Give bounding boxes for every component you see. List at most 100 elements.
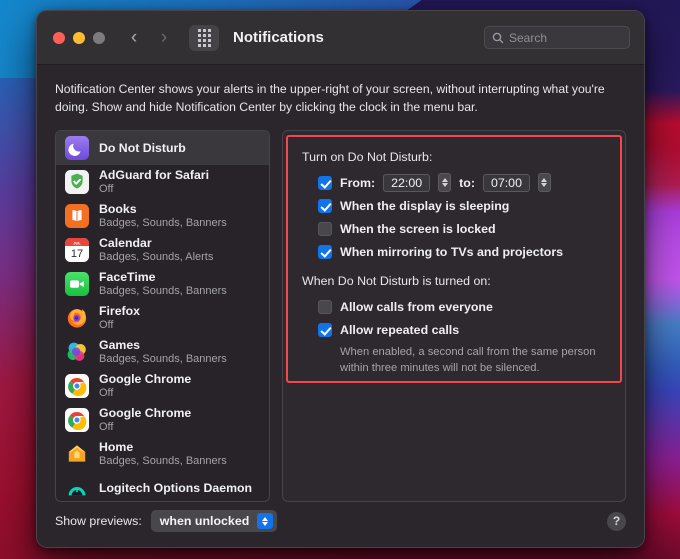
page-title: Notifications	[233, 29, 324, 46]
app-list-item-text: Games Badges, Sounds, Banners	[99, 338, 227, 367]
facetime-icon	[65, 272, 89, 297]
dnd-trigger-label: When mirroring to TVs and projectors	[340, 244, 564, 259]
app-list-item-name: Books	[99, 202, 137, 217]
app-list-item-name: AdGuard for Safari	[99, 168, 210, 183]
app-list-item[interactable]: AdGuard for Safari Off	[56, 165, 269, 199]
repeated-calls-help-text: When enabled, a second call from the sam…	[340, 346, 596, 375]
system-preferences-window: ‹ › Notifications Notification Center sh…	[36, 10, 645, 548]
app-list-item[interactable]: Google Chrome Off	[56, 403, 269, 437]
app-list-item-status: Off	[99, 420, 114, 433]
from-label: From:	[340, 175, 376, 190]
navigation-buttons: ‹ ›	[123, 25, 175, 51]
app-list-item-name: Google Chrome	[99, 406, 192, 421]
chevron-left-icon[interactable]: ‹	[123, 25, 145, 51]
minimize-button[interactable]	[73, 31, 85, 44]
home-icon	[65, 442, 89, 466]
app-list-item-name: FaceTime	[99, 270, 156, 285]
window-titlebar: ‹ › Notifications	[37, 11, 644, 65]
app-list-item-status: Off	[99, 318, 114, 331]
app-list-item-status: Badges, Sounds, Alerts	[99, 250, 214, 263]
dnd-trigger-checkbox[interactable]	[318, 244, 332, 259]
dnd-trigger-options: When the display is sleeping When the scr…	[302, 194, 606, 263]
app-list-item-status: Badges, Sounds, Banners	[99, 216, 227, 229]
svg-text:17: 17	[71, 248, 83, 260]
show-previews-popup-button[interactable]: when unlocked	[150, 510, 278, 532]
dnd-call-checkbox[interactable]	[318, 299, 332, 314]
to-time-stepper[interactable]	[537, 173, 551, 193]
dnd-trigger-checkbox[interactable]	[318, 221, 332, 236]
grid-dots	[197, 28, 211, 47]
chrome-icon	[65, 408, 89, 433]
app-list-item-status: Badges, Sounds, Banners	[99, 284, 227, 297]
help-button[interactable]: ?	[607, 511, 626, 531]
window-footer: Show previews: when unlocked ?	[37, 495, 644, 547]
app-list-item-status: Off	[99, 182, 114, 195]
app-list-item-status: Badges, Sounds, Banners	[99, 454, 227, 467]
popup-chevron-updown-icon	[257, 513, 274, 529]
to-label: to:	[459, 175, 475, 190]
dnd-call-label: Allow repeated calls	[340, 322, 460, 337]
from-time-stepper[interactable]	[438, 173, 452, 193]
do-not-disturb-icon	[65, 136, 89, 161]
app-list-item-text: FaceTime Badges, Sounds, Banners	[99, 270, 227, 299]
app-list-item-name: Games	[99, 338, 141, 353]
app-list-item-text: Do Not Disturb	[99, 141, 186, 156]
show-all-grid-icon[interactable]	[189, 24, 219, 51]
app-list-item-name: Firefox	[99, 304, 140, 319]
zoom-button[interactable]	[93, 31, 105, 44]
turn-on-dnd-label: Turn on Do Not Disturb:	[302, 150, 433, 165]
app-list-item-text: Google Chrome Off	[99, 406, 191, 435]
games-icon	[65, 340, 89, 364]
app-list-item[interactable]: Do Not Disturb	[56, 131, 269, 166]
traffic-light-group	[53, 31, 105, 44]
highlight-annotation-box: Turn on Do Not Disturb: From: 22:00 to: …	[286, 135, 622, 384]
dnd-call-label: Allow calls from everyone	[340, 299, 493, 314]
when-dnd-on-label: When Do Not Disturb is turned on:	[302, 274, 491, 289]
dnd-trigger-row: When mirroring to TVs and projectors	[302, 240, 606, 263]
description-text: Notification Center shows your alerts in…	[55, 82, 605, 114]
app-list-item-status: Off	[99, 386, 114, 399]
schedule-checkbox[interactable]	[318, 175, 332, 190]
app-list-item[interactable]: Firefox Off	[56, 301, 269, 335]
adguard-icon	[65, 170, 89, 195]
dnd-call-checkbox[interactable]	[318, 322, 332, 337]
do-not-disturb-settings-pane: Turn on Do Not Disturb: From: 22:00 to: …	[282, 130, 626, 503]
app-list-item-text: Logitech Options Daemon	[99, 481, 252, 496]
dnd-call-options: Allow calls from everyone Allow repeated …	[302, 295, 606, 341]
dnd-call-row: Allow calls from everyone	[302, 295, 606, 318]
app-list-item-name: Home	[99, 440, 134, 455]
dnd-trigger-label: When the screen is locked	[340, 221, 496, 236]
app-list-item[interactable]: JUL 17 Calendar Badges, Sounds, Alerts	[56, 233, 269, 267]
chrome-icon	[65, 374, 89, 399]
show-previews-label: Show previews:	[55, 514, 142, 528]
app-list-item-name: Do Not Disturb	[99, 141, 186, 155]
app-list-item[interactable]: Games Badges, Sounds, Banners	[56, 335, 269, 369]
svg-text:JUL: JUL	[73, 241, 81, 246]
search-field[interactable]	[484, 26, 630, 49]
search-icon	[492, 32, 504, 43]
app-list-item[interactable]: FaceTime Badges, Sounds, Banners	[56, 267, 269, 301]
chevron-right-icon[interactable]: ›	[153, 25, 175, 51]
dnd-call-row: Allow repeated calls	[302, 318, 606, 341]
app-list-item-text: Books Badges, Sounds, Banners	[99, 202, 227, 231]
content-columns: Do Not Disturb AdGuard for Safari Off Boo…	[55, 130, 626, 503]
app-list-item[interactable]: Home Badges, Sounds, Banners	[56, 437, 269, 471]
window-body: Notification Center shows your alerts in…	[37, 65, 644, 503]
firefox-icon	[65, 306, 89, 330]
dnd-trigger-row: When the screen is locked	[302, 217, 606, 240]
search-input[interactable]	[509, 30, 622, 45]
app-list-item[interactable]: Books Badges, Sounds, Banners	[56, 199, 269, 233]
close-button[interactable]	[53, 31, 65, 44]
app-list-item-text: AdGuard for Safari Off	[99, 168, 209, 197]
schedule-row: From: 22:00 to: 07:00	[302, 171, 606, 194]
dnd-trigger-checkbox[interactable]	[318, 198, 332, 213]
app-list-item[interactable]: Google Chrome Off	[56, 369, 269, 403]
app-list-item-text: Firefox Off	[99, 304, 140, 333]
from-time-field[interactable]: 22:00	[383, 173, 431, 192]
app-list-item-name: Logitech Options Daemon	[99, 481, 253, 495]
show-previews-value: when unlocked	[159, 514, 250, 528]
app-notification-list[interactable]: Do Not Disturb AdGuard for Safari Off Boo…	[55, 130, 270, 503]
dnd-trigger-label: When the display is sleeping	[340, 198, 510, 213]
app-list-item-text: Google Chrome Off	[99, 372, 191, 401]
to-time-field[interactable]: 07:00	[482, 173, 530, 192]
